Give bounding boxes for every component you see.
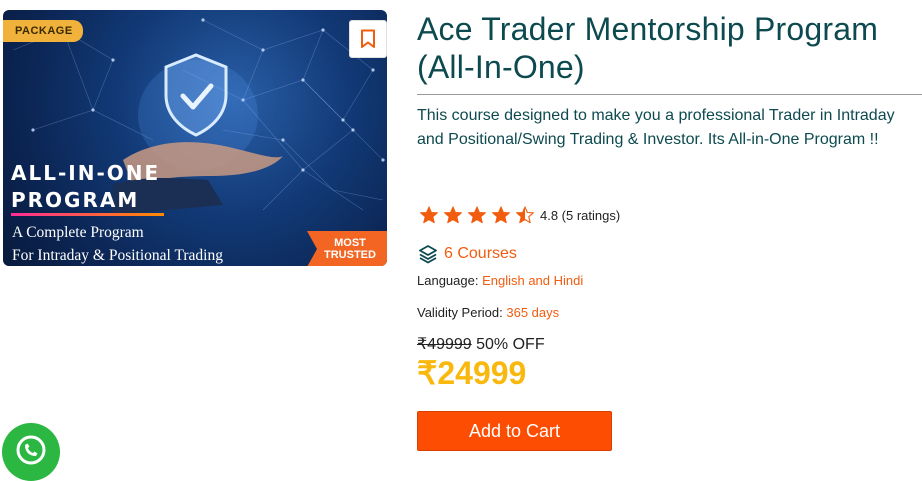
banner-sub-line1: A Complete Program [12,224,144,241]
whatsapp-icon [16,435,46,465]
course-title: Ace Trader Mentorship Program (All-In-On… [417,11,879,85]
bookmark-icon [361,29,375,48]
course-rating: 4.8 (5 ratings) [420,206,620,224]
final-price: ₹24999 [417,355,527,391]
course-description: This course designed to make you a profe… [417,107,895,148]
bookmark-button[interactable] [349,20,387,58]
whatsapp-button[interactable] [2,423,60,481]
star-icon [492,206,510,224]
star-icon [420,206,438,224]
star-icon [468,206,486,224]
banner-sub-line2: For Intraday & Positional Trading [12,247,223,264]
language-row: Language: English and Hindi [417,273,583,288]
rating-text: 4.8 (5 ratings) [540,207,621,223]
validity-value: 365 days [506,305,560,320]
layers-icon [419,245,437,264]
price-row: ₹49999 50% OFF [417,334,545,354]
banner-heading: ALL-IN-ONE PROGRAM [11,160,160,214]
validity-label: Validity Period: [417,305,503,320]
most-trusted-badge: MOST TRUSTED [307,231,387,266]
star-icon [516,206,534,224]
language-value: English and Hindi [482,273,584,288]
package-badge: PACKAGE [3,20,83,42]
banner-heading-line2: PROGRAM [11,188,140,212]
course-banner-image[interactable]: PACKAGE ALL-IN-ONE PROGRAM A Complete Pr… [3,10,387,266]
star-icon [444,206,462,224]
title-divider [417,94,922,95]
banner-heading-line1: ALL-IN-ONE [11,161,161,185]
banner-subheading: A Complete Program For Intraday & Positi… [12,221,223,266]
validity-row: Validity Period: 365 days [417,305,559,320]
original-price: ₹49999 [417,336,472,353]
courses-count-label: 6 Courses [444,245,517,262]
trusted-line1: MOST [334,237,366,249]
courses-count[interactable]: 6 Courses [418,244,517,264]
add-to-cart-button[interactable]: Add to Cart [417,411,612,451]
discount-label: 50% OFF [476,336,545,353]
rating-stars [420,206,534,224]
banner-underline [11,213,164,216]
trusted-line2: TRUSTED [324,249,376,261]
language-label: Language: [417,273,479,288]
